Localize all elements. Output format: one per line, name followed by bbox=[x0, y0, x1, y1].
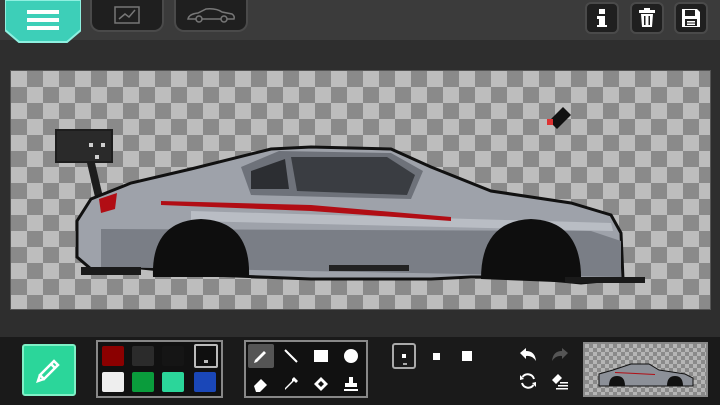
clear-layer-button[interactable] bbox=[548, 370, 572, 392]
circle-icon bbox=[344, 349, 358, 363]
info-icon bbox=[597, 9, 607, 27]
brush-medium-dot bbox=[432, 352, 440, 360]
eyedropper-tool[interactable] bbox=[278, 372, 304, 396]
car-drawing bbox=[55, 107, 645, 285]
trash-button[interactable] bbox=[630, 2, 664, 34]
swatch-dark-gray[interactable] bbox=[132, 346, 154, 366]
menu-icon bbox=[5, 0, 81, 43]
pencil-tool-icon bbox=[254, 351, 266, 363]
stamp-tool[interactable] bbox=[338, 372, 364, 396]
circle-tool[interactable] bbox=[338, 344, 364, 368]
tool-grid bbox=[244, 340, 368, 398]
rotate-button[interactable] bbox=[516, 370, 540, 392]
drawing-canvas[interactable] bbox=[10, 70, 711, 310]
pencil-icon bbox=[36, 359, 60, 383]
car-tab-icon bbox=[187, 8, 235, 23]
info-button[interactable] bbox=[585, 2, 619, 34]
stamp-icon bbox=[344, 377, 358, 391]
pencil-tool[interactable] bbox=[248, 344, 274, 368]
clear-layer-icon bbox=[552, 374, 568, 390]
fill-bucket-icon bbox=[314, 377, 328, 391]
car-tab[interactable] bbox=[174, 0, 248, 32]
swatch-charcoal[interactable] bbox=[162, 346, 184, 366]
brush-size-medium[interactable] bbox=[426, 343, 446, 369]
swatch-white[interactable] bbox=[102, 372, 124, 392]
canvas-preview[interactable] bbox=[583, 342, 708, 397]
line-tool[interactable] bbox=[278, 344, 304, 368]
draw-tab-icon bbox=[114, 6, 140, 24]
save-button[interactable] bbox=[674, 2, 708, 34]
pencil-mode-button[interactable] bbox=[22, 344, 76, 396]
brush-small-dot bbox=[402, 354, 406, 358]
preview-car-thumbnail bbox=[598, 363, 694, 387]
brush-small-marker bbox=[403, 363, 407, 365]
color-palette bbox=[96, 340, 223, 398]
swatch-dark-red[interactable] bbox=[102, 346, 124, 366]
selected-marker bbox=[204, 360, 208, 363]
swatch-green[interactable] bbox=[132, 372, 154, 392]
swatch-black-selected[interactable] bbox=[194, 344, 218, 368]
swatch-teal[interactable] bbox=[162, 372, 184, 392]
brush-size-small[interactable] bbox=[392, 343, 416, 369]
undo-button[interactable] bbox=[516, 344, 540, 366]
redo-icon bbox=[552, 348, 568, 361]
eyedropper-icon bbox=[285, 377, 298, 390]
swatch-blue[interactable] bbox=[194, 372, 216, 392]
rotate-icon bbox=[520, 373, 536, 389]
line-icon bbox=[284, 349, 298, 363]
eraser-tool[interactable] bbox=[248, 372, 274, 396]
fill-tool[interactable] bbox=[308, 372, 334, 396]
brush-size-large[interactable] bbox=[456, 343, 478, 369]
rectangle-tool[interactable] bbox=[308, 344, 334, 368]
brush-large-dot bbox=[462, 351, 472, 361]
trash-icon bbox=[639, 8, 655, 27]
undo-icon bbox=[520, 348, 536, 361]
menu-button[interactable] bbox=[5, 0, 81, 44]
draw-tab[interactable] bbox=[90, 0, 164, 32]
redo-button[interactable] bbox=[548, 344, 572, 366]
save-icon bbox=[682, 9, 700, 27]
eraser-icon bbox=[254, 379, 267, 392]
rectangle-icon bbox=[314, 350, 328, 362]
